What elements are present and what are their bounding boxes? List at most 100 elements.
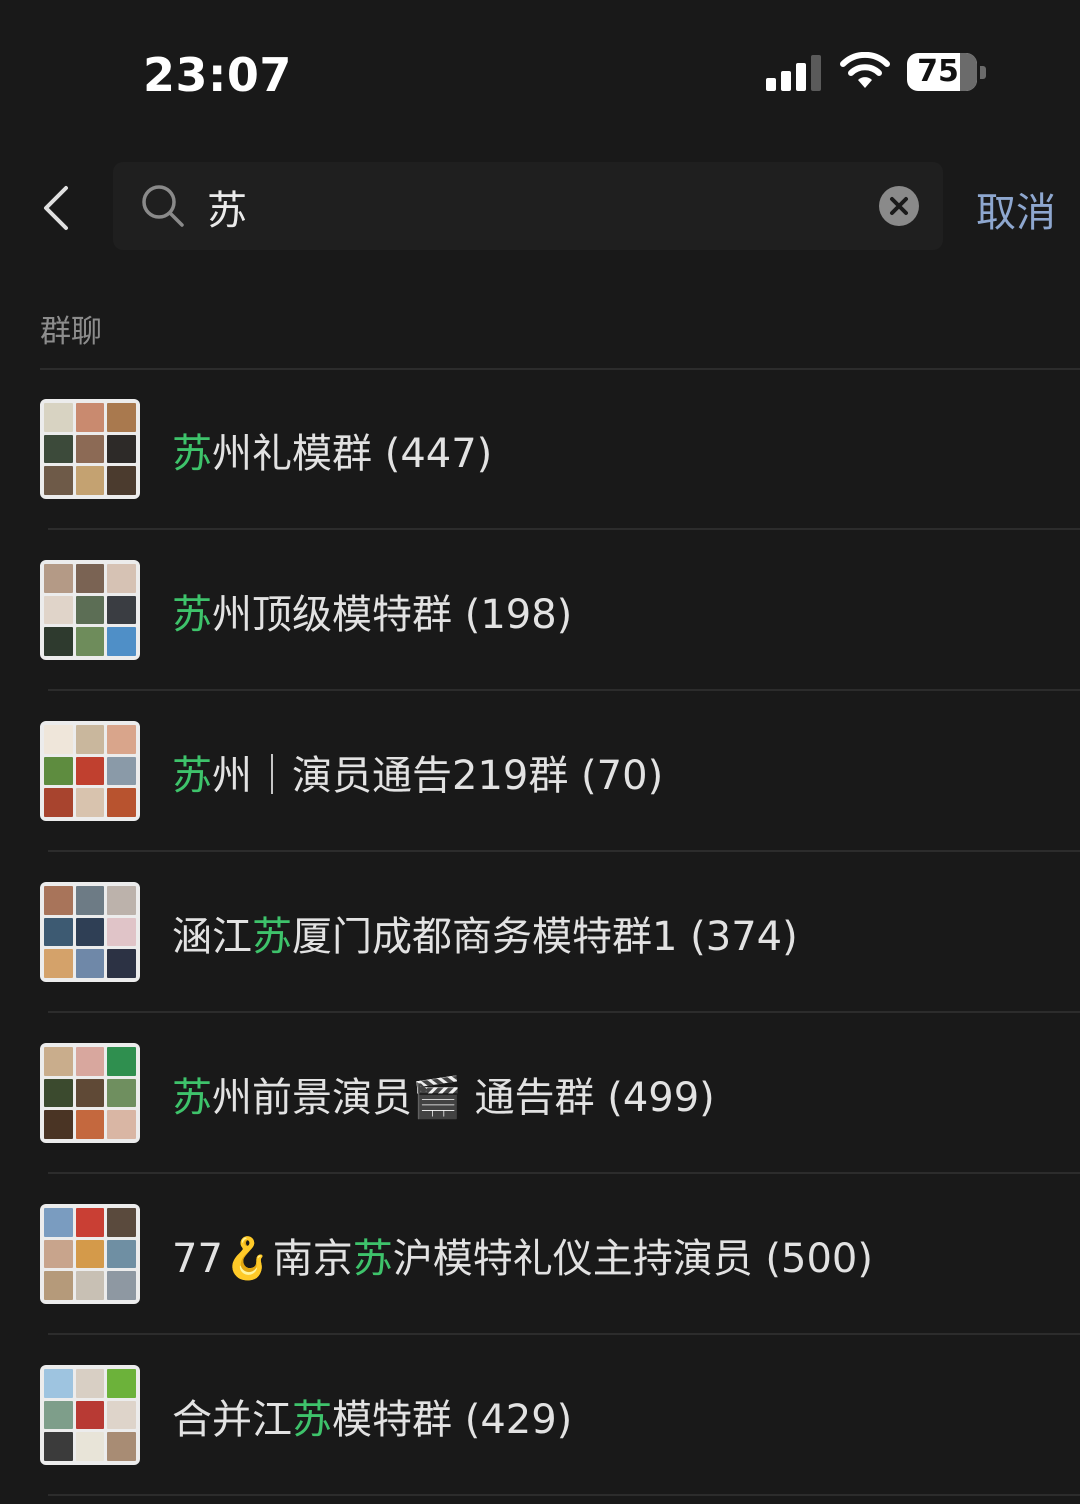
search-input[interactable] [205,178,859,236]
group-avatar [40,560,140,660]
search-field[interactable] [113,162,943,250]
avatar-tile [75,1110,105,1139]
group-chat-item[interactable]: 合并江苏模特群 (429) [0,1335,1080,1496]
avatar-tile [44,595,73,625]
avatar-tile [107,1400,136,1430]
avatar-tile [44,886,73,915]
avatar-tile [75,1208,105,1237]
group-chat-title: 77🪝南京苏沪模特礼仪主持演员 (500) [172,1226,873,1284]
battery-cap [980,66,986,79]
avatar-tile [107,756,136,786]
avatar-tile [75,403,105,432]
group-chat-list: 苏州礼模群 (447) 苏州顶级模特群 (198) 苏州｜演员通告219群 (70)… [0,369,1080,1496]
group-chat-title: 苏州顶级模特群 (198) [172,582,572,640]
status-time: 23:07 [143,48,292,102]
group-avatar [40,1365,140,1465]
avatar-tile [44,1369,73,1398]
search-results: 群聊 苏州礼模群 (447) 苏州顶级模特群 (198) 苏州｜演员通告219群 (… [0,276,1080,1504]
group-chat-title: 涵江苏厦门成都商务模特群1 (374) [172,904,798,962]
title-highlight: 苏 [352,1236,393,1282]
avatar-tile [44,788,73,817]
avatar-tile [107,886,136,915]
avatar-tile [107,1078,136,1108]
close-icon [890,197,908,215]
back-arrow-icon[interactable] [30,180,86,236]
section-title-group-chats: 群聊 [40,314,102,350]
avatar-tile [107,466,136,495]
group-chat-item[interactable]: 苏州顶级模特群 (198) [0,530,1080,691]
group-avatar [40,1204,140,1304]
avatar-tile [44,756,73,786]
title-suffix: 厦门成都商务模特群1 (374) [292,914,798,960]
cancel-button[interactable]: 取消 [976,180,1056,238]
title-prefix: 涵江 [172,914,252,960]
avatar-tile [75,725,105,754]
title-prefix: 77🪝南京 [172,1236,353,1282]
title-highlight: 苏 [172,753,212,799]
group-chat-item[interactable]: 77🪝南京苏沪模特礼仪主持演员 (500) [0,1174,1080,1335]
avatar-tile [75,466,105,495]
group-chat-item[interactable]: 苏州｜演员通告219群 (70) [0,691,1080,852]
group-chat-item[interactable]: 苏州前景演员🎬 通告群 (499) [0,1013,1080,1174]
title-suffix: 沪模特礼仪主持演员 (500) [392,1236,873,1282]
avatar-tile [75,564,105,593]
title-highlight: 苏 [172,1075,212,1121]
title-suffix: 州礼模群 (447) [212,431,493,477]
group-chat-title: 苏州礼模群 (447) [172,421,492,479]
avatar-tile [75,1271,105,1300]
avatar-tile [44,1047,73,1076]
status-bar: 23:07 75 [0,0,1080,150]
avatar-tile [75,1432,105,1461]
group-avatar [40,399,140,499]
avatar-tile [107,725,136,754]
avatar-tile [44,1239,73,1269]
title-highlight: 苏 [252,914,292,960]
battery-icon: 75 [907,53,977,91]
divider [48,1494,1080,1496]
group-chat-item[interactable]: 苏州礼模群 (447) [0,369,1080,530]
avatar-tile [75,1239,105,1269]
title-suffix: 州顶级模特群 (198) [212,592,573,638]
avatar-tile [44,466,73,495]
avatar-tile [107,434,136,464]
avatar-tile [44,1271,73,1300]
search-icon [142,185,184,227]
title-highlight: 苏 [292,1397,332,1443]
avatar-tile [75,917,105,947]
group-avatar [40,882,140,982]
avatar-tile [107,1239,136,1269]
avatar-tile [75,1400,105,1430]
avatar-tile [75,627,105,656]
avatar-tile [75,1047,105,1076]
avatar-tile [44,917,73,947]
avatar-tile [44,627,73,656]
avatar-tile [44,1208,73,1237]
title-suffix: 州前景演员🎬 通告群 (499) [212,1075,715,1121]
avatar-tile [44,403,73,432]
avatar-tile [75,1369,105,1398]
avatar-tile [107,595,136,625]
avatar-tile [107,949,136,978]
avatar-tile [75,886,105,915]
avatar-tile [107,1271,136,1300]
avatar-tile [107,1047,136,1076]
avatar-tile [75,434,105,464]
avatar-tile [107,1369,136,1398]
title-suffix: 州｜演员通告219群 (70) [212,753,664,799]
clear-search-button[interactable] [879,186,919,226]
avatar-tile [75,595,105,625]
avatar-tile [107,788,136,817]
avatar-tile [107,627,136,656]
group-chat-title: 合并江苏模特群 (429) [172,1387,572,1445]
avatar-tile [44,564,73,593]
avatar-tile [44,725,73,754]
avatar-tile [75,756,105,786]
avatar-tile [75,1078,105,1108]
group-chat-title: 苏州｜演员通告219群 (70) [172,743,663,801]
group-chat-item[interactable]: 涵江苏厦门成都商务模特群1 (374) [0,852,1080,1013]
avatar-tile [44,1078,73,1108]
avatar-tile [44,949,73,978]
battery-level: 75 [917,54,959,89]
title-suffix: 模特群 (429) [332,1397,573,1443]
cellular-signal-icon [766,55,821,91]
